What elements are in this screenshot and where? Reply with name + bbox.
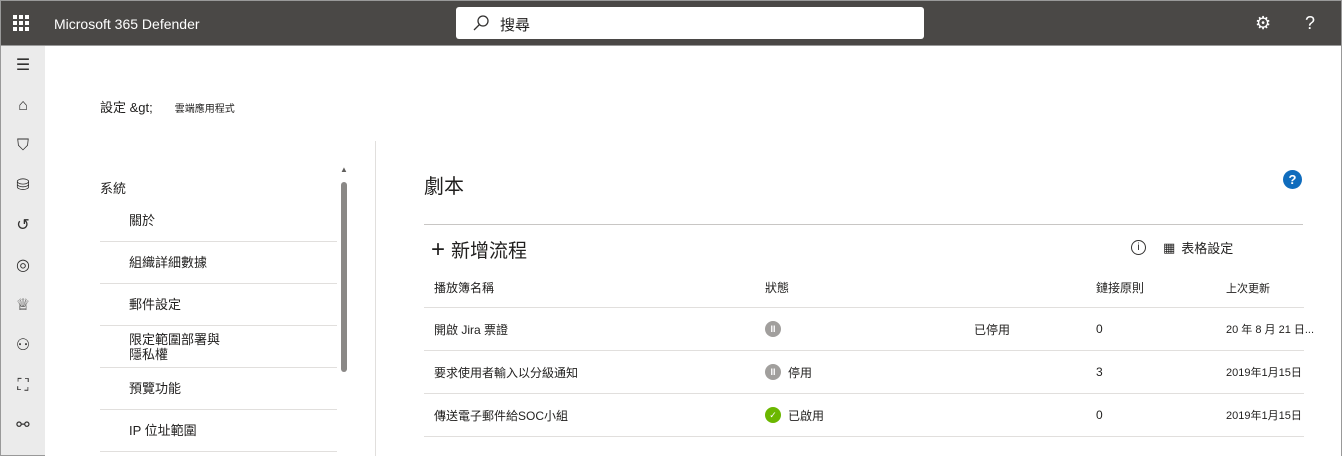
trophy-icon[interactable]: ♕ <box>13 296 33 316</box>
cell-policies: 0 <box>1096 408 1103 422</box>
database-search-icon[interactable]: ⛁ <box>13 176 33 196</box>
playbooks-table: 播放簿名稱 狀態 鏈接原則 上次更新 開啟 Jira 票證 II 已停用 0 2… <box>424 268 1315 437</box>
table-row[interactable]: 開啟 Jira 票證 II 已停用 0 20 年 8 月 21 日... <box>424 308 1315 351</box>
status-text: 已啟用 <box>788 408 825 423</box>
app-launcher-icon[interactable] <box>13 15 29 31</box>
cell-policies: 3 <box>1096 365 1103 379</box>
info-icon[interactable]: i <box>1131 240 1146 255</box>
left-rail: ☰ ⌂ ⛉ ⛁ ↺ ◎ ♕ ⚇ ⛶ ⚯ <box>0 46 45 456</box>
history-icon[interactable]: ↺ <box>13 216 33 236</box>
divider <box>424 224 1303 225</box>
paused-icon: II <box>765 364 781 380</box>
hamburger-menu-icon[interactable]: ☰ <box>13 56 33 76</box>
cell-updated: 2019年1月15日 <box>1226 367 1302 379</box>
cell-status: II <box>754 321 974 337</box>
cell-status: II 停用 <box>754 364 974 381</box>
help-circle-icon[interactable]: ? <box>1283 170 1302 189</box>
shield-icon[interactable]: ⛉ <box>13 136 33 156</box>
partners-icon[interactable]: ⛶ <box>13 376 33 396</box>
plus-icon: + <box>431 235 446 263</box>
scroll-up-icon[interactable]: ▲ <box>340 165 348 174</box>
col-policies[interactable]: 鏈接原則 <box>1096 279 1226 296</box>
paused-icon: II <box>765 321 781 337</box>
col-status[interactable]: 狀態 <box>754 279 974 296</box>
nav-item-org-details[interactable]: 組織詳細數據 <box>100 242 337 284</box>
radar-icon[interactable]: ◎ <box>13 256 33 276</box>
col-name[interactable]: 播放簿名稱 <box>424 279 754 296</box>
table-row[interactable]: 傳送電子郵件給SOC小組 ✓ 已啟用 0 2019年1月15日 <box>424 394 1304 437</box>
nav-item-mail-settings[interactable]: 郵件設定 <box>100 284 337 326</box>
nav-item-about[interactable]: 關於 <box>100 200 337 242</box>
cell-updated: 20 年 8 月 21 日... <box>1226 324 1315 336</box>
cell-policies: 0 <box>1096 322 1103 336</box>
app-title[interactable]: Microsoft 365 Defender <box>54 16 200 32</box>
help-icon[interactable]: ? <box>1305 13 1315 34</box>
cell-updated: 2019年1月15日 <box>1226 410 1302 422</box>
col-updated[interactable]: 上次更新 <box>1226 280 1304 296</box>
table-settings-button[interactable]: ▦ 表格設定 <box>1163 238 1233 257</box>
table-row[interactable]: 要求使用者輸入以分級通知 II 停用 3 2019年1月15日 <box>424 351 1304 394</box>
home-icon[interactable]: ⌂ <box>13 96 33 116</box>
search-input[interactable]: 搜尋 <box>456 7 924 39</box>
search-placeholder: 搜尋 <box>500 17 531 34</box>
cell-name[interactable]: 要求使用者輸入以分級通知 <box>424 364 754 381</box>
top-bar: Microsoft 365 Defender 搜尋 ⚙ ? <box>0 0 1342 46</box>
nav-section-system: 系統 <box>100 181 127 196</box>
cell-name[interactable]: 傳送電子郵件給SOC小組 <box>424 407 754 424</box>
breadcrumb-root[interactable]: 設定 &gt; <box>100 100 153 115</box>
add-flow-button[interactable]: + 新增流程 <box>431 236 527 263</box>
nav-item-scoped-deployment[interactable]: 限定範圍部署與隱私權 <box>100 326 337 368</box>
check-circle-icon: ✓ <box>765 407 781 423</box>
nav-item-preview-features[interactable]: 預覽功能 <box>100 368 337 410</box>
user-learning-icon[interactable]: ⚇ <box>13 336 33 356</box>
cell-name[interactable]: 開啟 Jira 票證 <box>424 321 754 338</box>
nav-scrollbar[interactable]: ▲ <box>340 165 348 455</box>
search-icon <box>473 15 489 31</box>
settings-gear-icon[interactable]: ⚙ <box>1255 13 1271 34</box>
scroll-thumb[interactable] <box>341 182 347 372</box>
status-text: 停用 <box>788 365 813 380</box>
page-title: 劇本 <box>424 176 464 198</box>
cell-status-extra: 已停用 <box>974 322 1011 337</box>
table-settings-icon: ▦ <box>1163 239 1176 255</box>
share-graph-icon[interactable]: ⚯ <box>13 416 33 436</box>
nav-item-ip-ranges[interactable]: IP 位址範圍 <box>100 410 337 452</box>
cell-status: ✓ 已啟用 <box>754 407 974 424</box>
breadcrumb-current: 雲端應用程式 <box>174 104 235 115</box>
breadcrumb: 設定 &gt; 雲端應用程式 <box>100 97 235 116</box>
settings-nav: 系統 關於 組織詳細數據 郵件設定 限定範圍部署與隱私權 預覽功能 IP 位址範… <box>100 170 337 452</box>
divider <box>375 141 376 456</box>
add-flow-label: 新增流程 <box>451 241 528 262</box>
table-header: 播放簿名稱 狀態 鏈接原則 上次更新 <box>424 268 1304 308</box>
table-settings-label: 表格設定 <box>1181 241 1234 256</box>
